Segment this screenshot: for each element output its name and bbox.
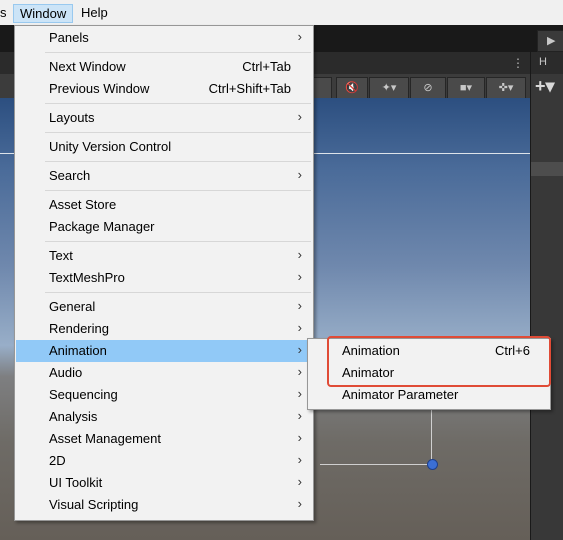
menu-item-label: Package Manager <box>49 219 155 234</box>
menu-divider <box>45 103 311 104</box>
gizmo-handle[interactable] <box>427 459 438 470</box>
menu-item-label: Rendering <box>49 321 109 336</box>
menu-item-text[interactable]: Text › <box>16 245 312 267</box>
menu-item-label: Asset Management <box>49 431 162 446</box>
menubar: s Window Help <box>0 0 563 25</box>
submenu-item-animator-parameter[interactable]: Animator Parameter <box>309 384 549 406</box>
gizmos-button[interactable]: ✜▾ <box>486 77 526 99</box>
submenu-item-animator[interactable]: Animator <box>309 362 549 384</box>
menu-item-shortcut: Ctrl+Shift+Tab <box>208 81 291 96</box>
menu-item-previous-window[interactable]: Previous Window Ctrl+Shift+Tab <box>16 78 312 100</box>
chevron-right-icon: › <box>297 298 302 313</box>
hierarchy-tab[interactable]: H <box>531 52 563 74</box>
menu-item-rendering[interactable]: Rendering › <box>16 318 312 340</box>
camera-icon: ■▾ <box>459 82 473 94</box>
chevron-right-icon: › <box>297 342 302 357</box>
gizmo-line-horizontal <box>320 464 432 465</box>
visibility-button[interactable]: ⊘ <box>410 77 446 99</box>
menu-item-textmeshpro[interactable]: TextMeshPro › <box>16 267 312 289</box>
menu-item-label: Layouts <box>49 110 95 125</box>
menubar-item-help[interactable]: Help <box>81 3 108 22</box>
audio-mute-icon: 🔇 <box>345 82 359 94</box>
menu-item-animation[interactable]: Animation › <box>16 340 312 362</box>
effects-button[interactable]: ✦▾ <box>369 77 409 99</box>
play-button[interactable]: ▶ <box>537 30 563 52</box>
menu-item-general[interactable]: General › <box>16 296 312 318</box>
menu-item-audio[interactable]: Audio › <box>16 362 312 384</box>
effects-icon: ✦▾ <box>381 82 397 94</box>
gizmos-icon: ✜▾ <box>498 82 514 94</box>
menu-item-label: Next Window <box>49 59 126 74</box>
menu-item-layouts[interactable]: Layouts › <box>16 107 312 129</box>
menu-item-label: TextMeshPro <box>49 270 125 285</box>
hierarchy-panel: H +▾ <box>530 52 563 540</box>
menu-item-label: Panels <box>49 30 89 45</box>
camera-button[interactable]: ■▾ <box>447 77 485 99</box>
scene-tool-button[interactable] <box>312 77 332 99</box>
submenu-item-animation[interactable]: Animation Ctrl+6 <box>309 340 549 362</box>
menu-item-asset-management[interactable]: Asset Management › <box>16 428 312 450</box>
menu-divider <box>45 132 311 133</box>
menubar-item-window[interactable]: Window <box>13 4 74 23</box>
menu-divider <box>45 52 311 53</box>
chevron-right-icon: › <box>297 29 302 44</box>
animation-submenu: Animation Ctrl+6 Animator Animator Parame… <box>307 338 551 410</box>
audio-mute-button[interactable]: 🔇 <box>336 77 368 99</box>
hierarchy-tab-label: H <box>539 56 547 68</box>
menu-item-label: Unity Version Control <box>49 139 172 154</box>
menu-item-label: Search <box>49 168 91 183</box>
menu-item-unity-version-control[interactable]: Unity Version Control <box>16 136 312 158</box>
menu-divider <box>45 190 311 191</box>
submenu-item-label: Animator <box>342 365 395 380</box>
submenu-item-shortcut: Ctrl+6 <box>494 343 530 358</box>
add-icon[interactable]: +▾ <box>535 76 555 97</box>
menu-item-2d[interactable]: 2D › <box>16 450 312 472</box>
menu-item-shortcut: Ctrl+Tab <box>242 59 291 74</box>
menu-item-label: UI Toolkit <box>49 475 103 490</box>
submenu-item-label: Animator Parameter <box>342 387 459 402</box>
menu-item-label: Previous Window <box>49 81 150 96</box>
visibility-icon: ⊘ <box>423 82 433 94</box>
chevron-right-icon: › <box>297 408 302 423</box>
window-menu: Panels › Next Window Ctrl+Tab Previous Win… <box>14 25 314 521</box>
menu-item-sequencing[interactable]: Sequencing › <box>16 384 312 406</box>
menu-divider <box>45 161 311 162</box>
menu-divider <box>45 241 311 242</box>
menu-item-ui-toolkit[interactable]: UI Toolkit › <box>16 472 312 494</box>
gizmo-line-vertical <box>431 408 432 464</box>
submenu-item-label: Animation <box>342 343 400 358</box>
menu-item-analysis[interactable]: Analysis › <box>16 406 312 428</box>
menu-divider <box>45 292 311 293</box>
chevron-right-icon: › <box>297 269 302 284</box>
chevron-right-icon: › <box>297 109 302 124</box>
play-icon: ▶ <box>547 35 556 47</box>
menu-item-next-window[interactable]: Next Window Ctrl+Tab <box>16 56 312 78</box>
menu-item-label: Analysis <box>49 409 98 424</box>
menu-item-label: Animation <box>49 343 107 358</box>
chevron-right-icon: › <box>297 474 302 489</box>
hierarchy-row[interactable] <box>531 162 563 176</box>
chevron-right-icon: › <box>297 364 302 379</box>
menu-item-search[interactable]: Search › <box>16 165 312 187</box>
menu-item-asset-store[interactable]: Asset Store <box>16 194 312 216</box>
chevron-right-icon: › <box>297 452 302 467</box>
menu-item-label: Asset Store <box>49 197 117 212</box>
chevron-right-icon: › <box>297 247 302 262</box>
chevron-right-icon: › <box>297 496 302 511</box>
menu-item-label: Text <box>49 248 73 263</box>
menu-item-label: General <box>49 299 96 314</box>
menu-item-visual-scripting[interactable]: Visual Scripting › <box>16 494 312 516</box>
chevron-right-icon: › <box>297 430 302 445</box>
chevron-right-icon: › <box>297 386 302 401</box>
menu-item-label: Audio <box>49 365 83 380</box>
menubar-item-partial[interactable]: s <box>0 3 7 22</box>
chevron-right-icon: › <box>297 167 302 182</box>
menu-item-label: Sequencing <box>49 387 118 402</box>
menu-item-package-manager[interactable]: Package Manager <box>16 216 312 238</box>
menu-item-label: Visual Scripting <box>49 497 139 512</box>
menu-item-panels[interactable]: Panels › <box>16 27 312 49</box>
chevron-right-icon: › <box>297 320 302 335</box>
menu-item-label: 2D <box>49 453 66 468</box>
more-options-icon[interactable]: ⋮ <box>512 56 524 70</box>
